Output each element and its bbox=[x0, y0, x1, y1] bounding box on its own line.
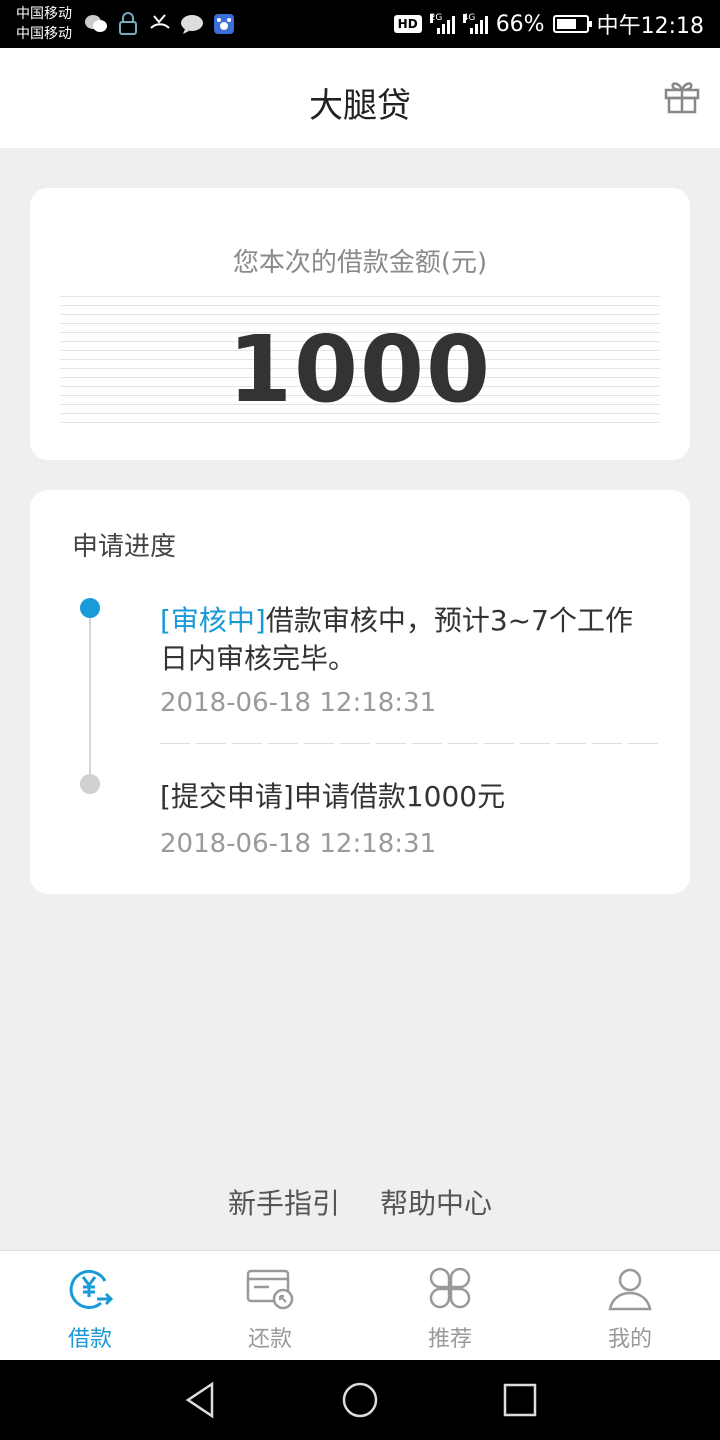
signal-2g-icon: 2G bbox=[429, 14, 455, 34]
message-icon bbox=[180, 12, 204, 36]
user-icon bbox=[608, 1268, 652, 1311]
nav-label: 还款 bbox=[247, 1327, 292, 1352]
home-icon[interactable] bbox=[340, 1380, 380, 1420]
app-header: 大腿贷 bbox=[0, 48, 720, 148]
recents-icon[interactable] bbox=[500, 1380, 540, 1420]
application-progress-card: 申请进度 [审核中]借款审核中，预计3~7个工作日内审核完毕。 2018-06-… bbox=[30, 490, 690, 894]
step-timestamp: 2018-06-18 12:18:31 bbox=[160, 688, 437, 718]
status-right: HD 2G 4G 66% 中午12:18 bbox=[393, 0, 704, 48]
bottom-nav: 借款 还款 推荐 我的 bbox=[0, 1250, 720, 1360]
recommend-grid-icon bbox=[429, 1267, 471, 1309]
nav-label: 借款 bbox=[67, 1327, 112, 1352]
carrier-1: 中国移动 bbox=[16, 6, 72, 22]
gift-icon[interactable] bbox=[664, 78, 700, 114]
dashed-divider bbox=[160, 743, 660, 744]
back-icon[interactable] bbox=[180, 1380, 220, 1420]
carrier-2: 中国移动 bbox=[16, 26, 72, 42]
timeline-dot-done bbox=[80, 774, 100, 794]
status-tag: [审核中] bbox=[160, 604, 266, 637]
clock: 中午12:18 bbox=[596, 14, 704, 39]
timeline-dot-active bbox=[80, 598, 100, 618]
timeline-line bbox=[89, 608, 91, 784]
wechat-icon bbox=[84, 12, 108, 36]
baidu-icon bbox=[212, 12, 236, 36]
nav-item-recommend[interactable]: 推荐 bbox=[360, 1251, 540, 1360]
step-timestamp: 2018-06-18 12:18:31 bbox=[160, 829, 437, 859]
loan-amount-value: 1000 bbox=[227, 316, 493, 423]
nav-item-mine[interactable]: 我的 bbox=[540, 1251, 720, 1360]
loan-yen-icon bbox=[69, 1270, 114, 1309]
notification-icons bbox=[84, 12, 236, 36]
lock-app-icon bbox=[116, 12, 140, 36]
nav-item-repay[interactable]: 还款 bbox=[180, 1251, 360, 1360]
progress-title: 申请进度 bbox=[72, 532, 177, 562]
progress-step-text: [审核中]借款审核中，预计3~7个工作日内审核完毕。 bbox=[160, 602, 654, 678]
progress-step-text: [提交申请]申请借款1000元 bbox=[160, 780, 506, 813]
guide-link[interactable]: 新手指引 bbox=[228, 1182, 340, 1222]
nav-label: 我的 bbox=[607, 1327, 652, 1352]
missed-call-icon bbox=[148, 12, 172, 36]
signal-4g-icon: 4G bbox=[462, 14, 488, 34]
nav-item-loan[interactable]: 借款 bbox=[0, 1251, 180, 1360]
system-nav-bar bbox=[0, 1360, 720, 1440]
hd-badge: HD bbox=[393, 15, 422, 33]
help-center-link[interactable]: 帮助中心 bbox=[380, 1182, 492, 1222]
battery-percent: 66% bbox=[495, 11, 545, 37]
page-title: 大腿贷 bbox=[309, 86, 411, 126]
repay-card-icon bbox=[246, 1269, 294, 1310]
carrier-info: 中国移动 中国移动 bbox=[16, 4, 72, 44]
battery-icon bbox=[552, 15, 592, 33]
status-bar: 中国移动 中国移动 HD 2G 4G 66% 中午12:18 bbox=[0, 0, 720, 48]
nav-label: 推荐 bbox=[427, 1327, 472, 1352]
loan-amount-label: 您本次的借款金额(元) bbox=[232, 248, 488, 278]
footer-links: 新手指引 帮助中心 bbox=[0, 1182, 720, 1222]
loan-amount-card: 您本次的借款金额(元) 1000 bbox=[30, 188, 690, 460]
